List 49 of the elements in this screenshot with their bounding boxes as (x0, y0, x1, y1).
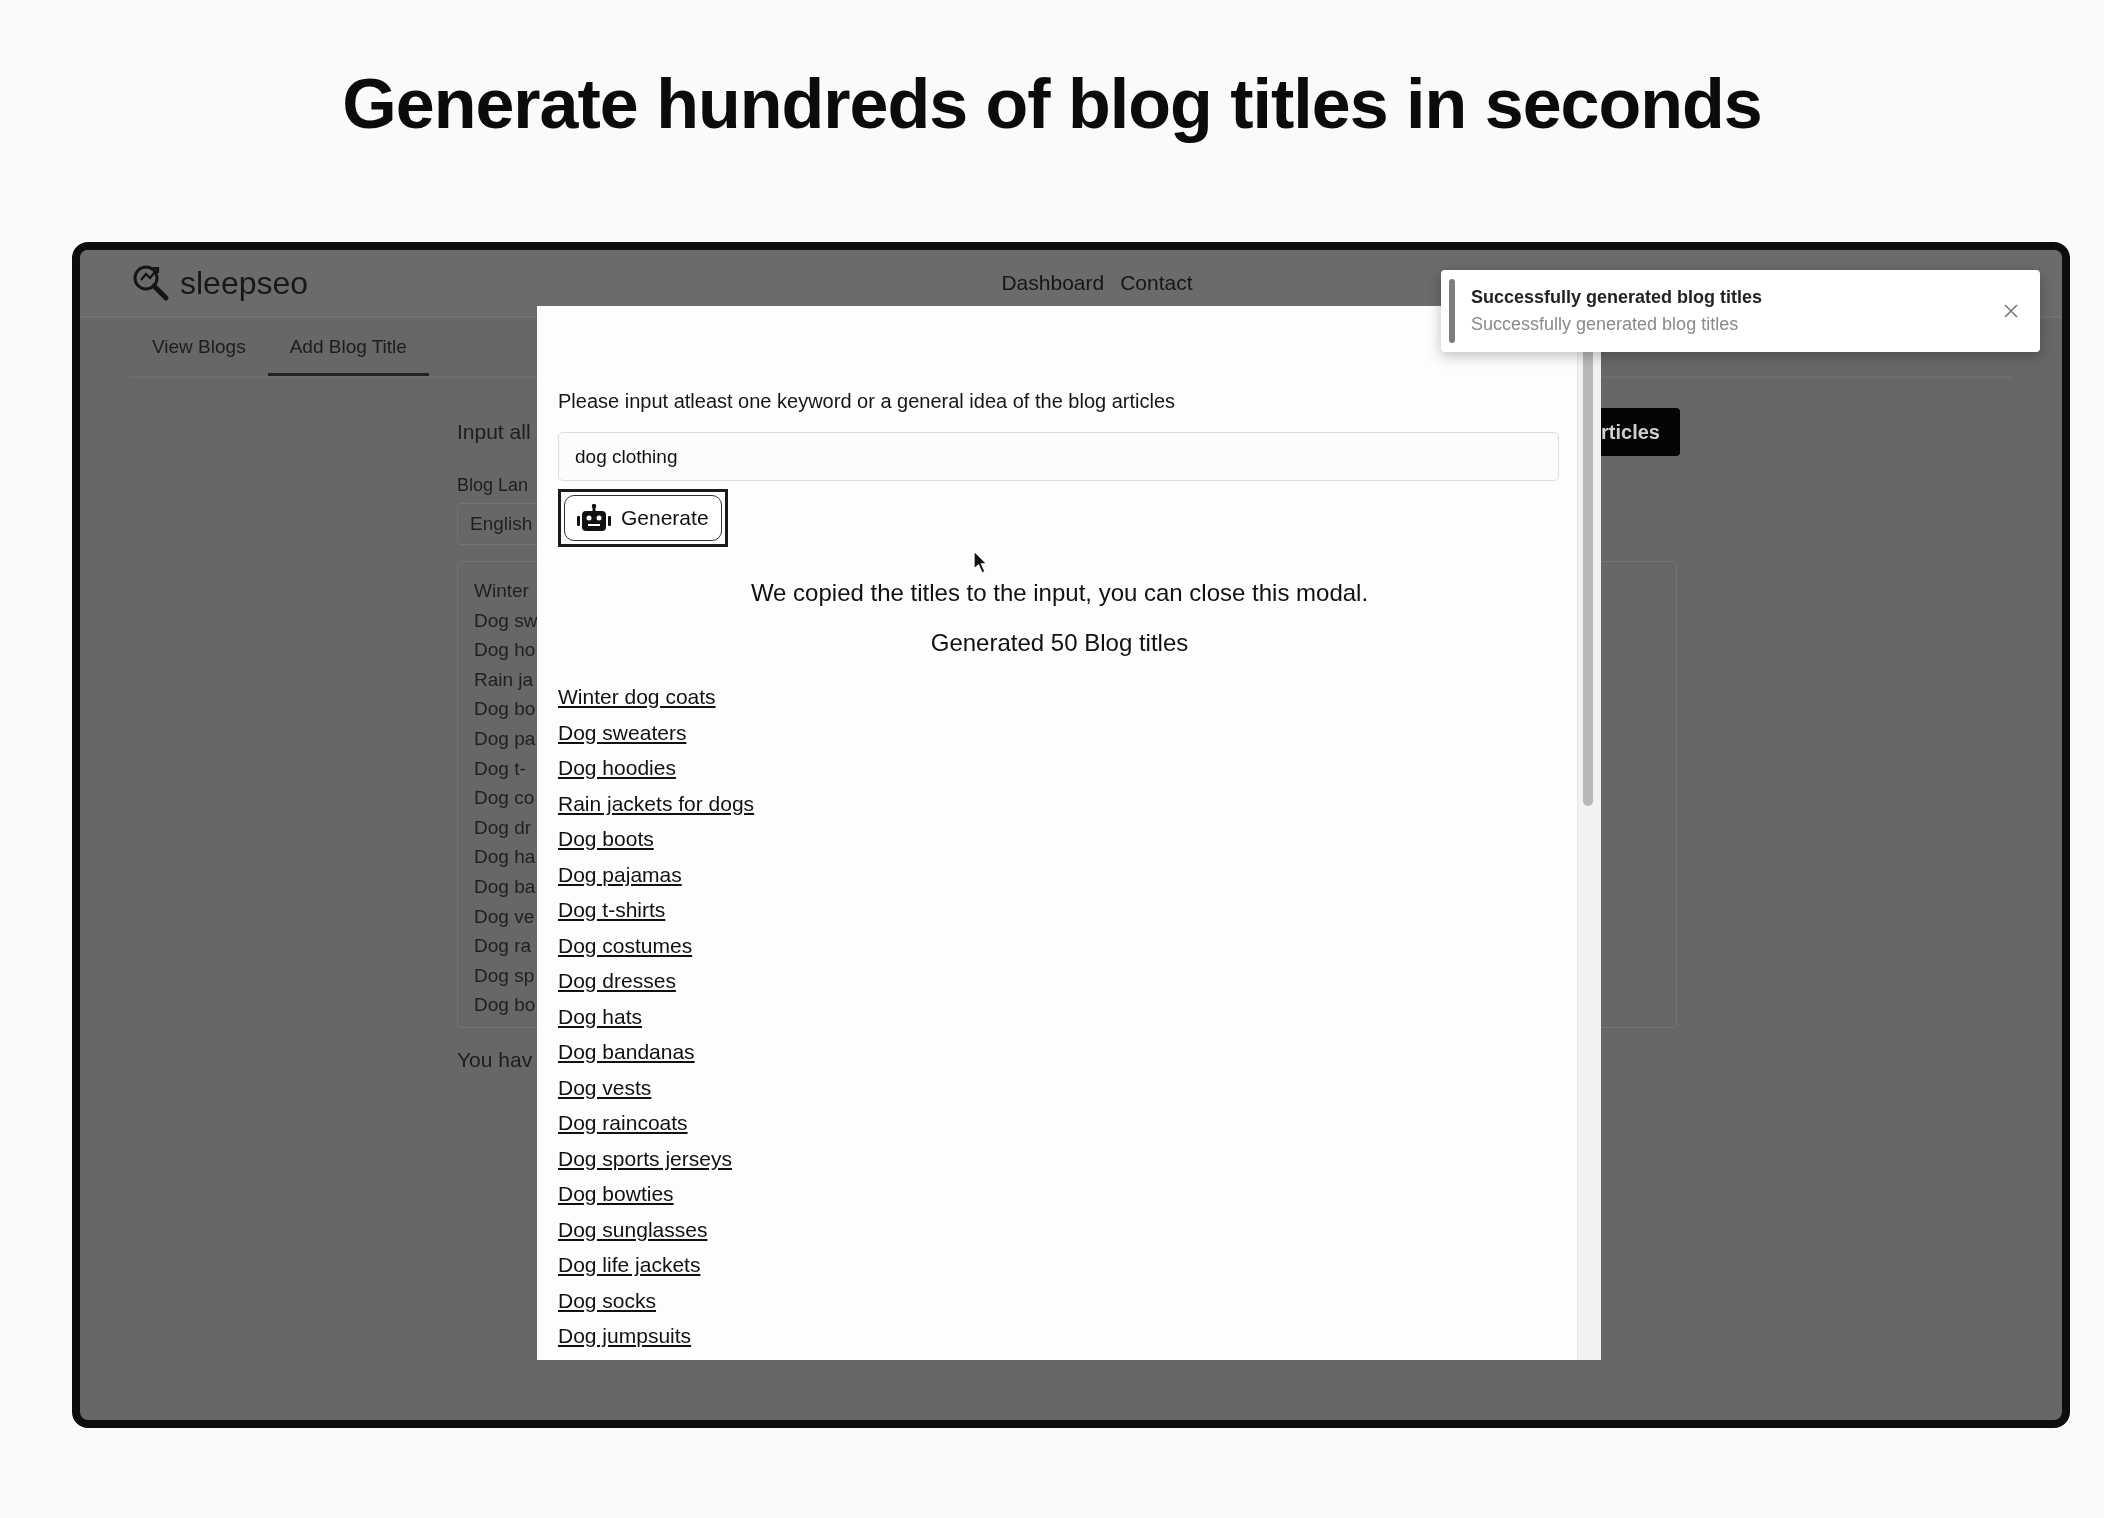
title-link[interactable]: Dog socks (558, 1282, 657, 1318)
title-line: Dog sp (474, 963, 535, 988)
title-line: Dog pa (474, 726, 536, 751)
count-text: Generated 50 Blog titles (930, 628, 1189, 658)
title-line: Dog co (474, 786, 535, 811)
title-link[interactable]: Dog pajamas (558, 856, 682, 892)
title-link[interactable]: Dog jumpsuits (558, 1318, 692, 1354)
title-link[interactable]: Dog boots (558, 821, 654, 857)
prompt-text: Please input atleast one keyword or a general idea of the blog articles (558, 389, 1177, 414)
robot-icon (577, 504, 611, 532)
footer-text: You hav (457, 1047, 533, 1073)
title-link[interactable]: Dog bandanas (558, 1034, 695, 1070)
language-label: Blog Lan (457, 474, 529, 497)
title-link[interactable]: Dog bowties (558, 1176, 674, 1212)
mouse-cursor-icon (973, 550, 989, 574)
title-link[interactable]: Dog costumes (558, 927, 693, 963)
title-line: Dog ha (474, 845, 536, 870)
title-line: Dog dr (474, 815, 532, 840)
title-line: Dog t- (474, 756, 526, 781)
copied-message: We copied the titles to the input, you can close this modal. (750, 578, 1369, 608)
title-line: Rain ja (474, 667, 534, 692)
toast-title: Successfully generated blog titles (1471, 286, 1764, 309)
close-icon[interactable] (2004, 304, 2018, 318)
title-link[interactable]: Dog raincoats (558, 1105, 688, 1141)
title-line: Dog ra (474, 934, 532, 959)
keyword-input[interactable]: dog clothing (558, 432, 1559, 481)
title-link[interactable]: Dog dresses (558, 963, 676, 999)
title-link[interactable]: Dog vests (558, 1069, 652, 1105)
title-link[interactable]: Dog hats (558, 998, 643, 1034)
title-link[interactable]: Dog sunglasses (558, 1211, 708, 1247)
title-line: Dog bo (474, 697, 536, 722)
title-line: Dog ve (474, 904, 535, 929)
intro-text: Input all (457, 419, 531, 446)
title-line: Dog sw (474, 608, 538, 633)
title-line: Dog ho (474, 638, 536, 663)
headline: Generate hundreds of blog titles in seconds (341, 64, 1763, 145)
title-line: Dog ba (474, 874, 536, 899)
title-link[interactable]: Rain jackets for dogs (558, 785, 755, 821)
title-link[interactable]: Dog sweaters (558, 714, 687, 750)
title-link[interactable]: Dog hoodies (558, 750, 676, 786)
brand-name: sleepseo (180, 264, 309, 303)
title-line: Winter (474, 579, 529, 603)
title-link[interactable]: Winter dog coats (558, 679, 716, 715)
toast-message: Successfully generated blog titles (1471, 313, 1740, 336)
title-link[interactable]: Dog life jackets (558, 1247, 701, 1283)
title-link[interactable]: Dog sports jerseys (558, 1140, 732, 1176)
title-link[interactable]: Dog t-shirts (558, 892, 666, 928)
title-line: Dog bo (474, 993, 536, 1018)
generate-button[interactable]: Generate (564, 495, 722, 541)
